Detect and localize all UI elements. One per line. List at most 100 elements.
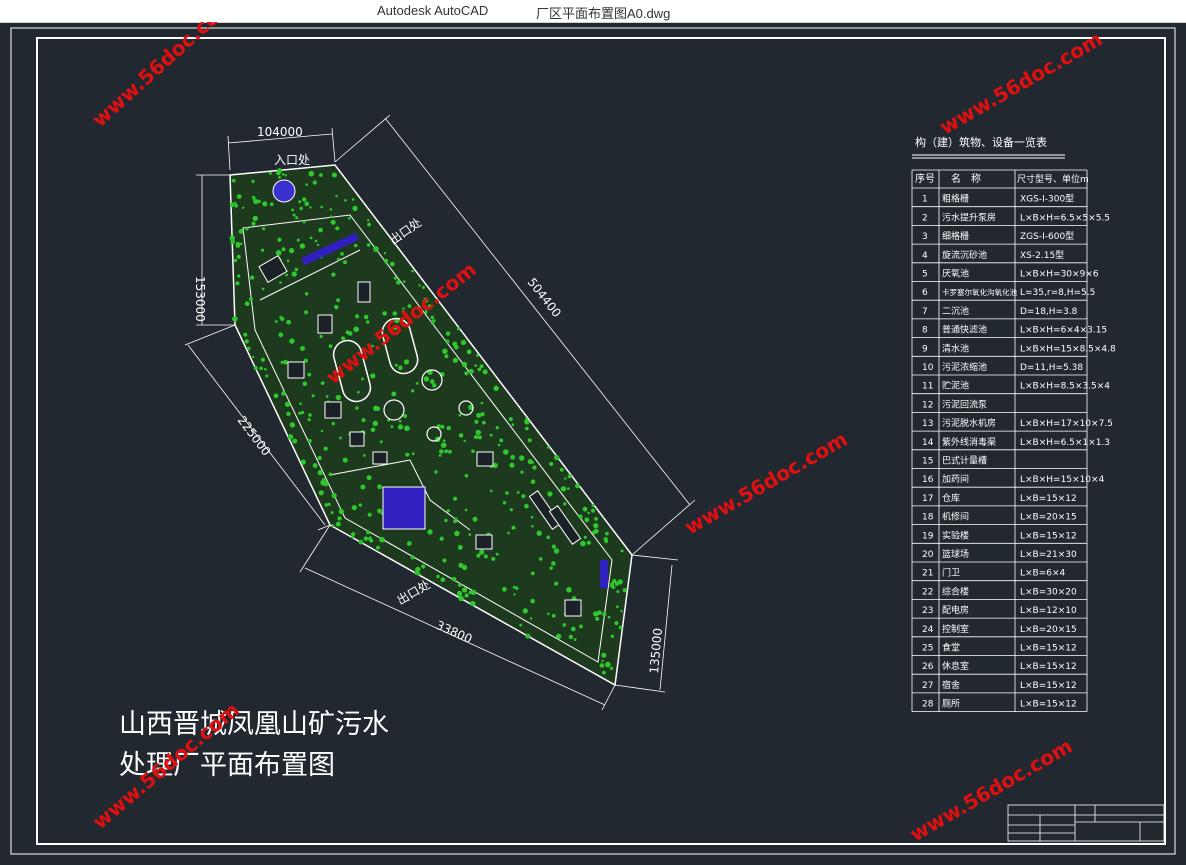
exit-label-2: 出口处 — [395, 577, 433, 607]
tree-mark — [549, 566, 553, 570]
tree-mark — [583, 535, 587, 539]
tree-mark — [232, 316, 238, 322]
tree-mark — [277, 168, 283, 174]
tree-mark — [458, 583, 462, 587]
tree-mark — [442, 439, 446, 443]
tree-mark — [445, 339, 450, 344]
row-name: 仓库 — [942, 492, 960, 504]
row-name: 污水提升泵房 — [942, 211, 996, 223]
tree-mark — [296, 238, 300, 242]
tree-mark — [342, 457, 348, 463]
building-2 — [357, 281, 371, 303]
tree-mark — [294, 267, 299, 272]
tree-mark — [242, 206, 245, 209]
tree-mark — [274, 320, 278, 323]
tree-mark — [295, 216, 299, 220]
tree-mark — [236, 194, 242, 200]
row-index: 16 — [922, 475, 934, 485]
tree-mark — [466, 349, 472, 355]
row-size: L×B×H=15×10×4 — [1020, 475, 1105, 485]
tree-mark — [331, 172, 337, 178]
tree-mark — [607, 615, 611, 619]
row-index: 5 — [922, 270, 928, 280]
tree-mark — [323, 446, 328, 451]
tree-mark — [330, 219, 336, 225]
tree-mark — [319, 334, 323, 338]
building-8 — [476, 451, 494, 467]
tree-mark — [357, 390, 360, 394]
tree-mark — [309, 236, 313, 240]
tree-mark — [273, 393, 279, 399]
tree-mark — [351, 505, 357, 511]
building-10 — [564, 599, 582, 617]
tree-mark — [439, 536, 444, 541]
dim-ext-top-1 — [227, 135, 231, 171]
drawing-canvas[interactable]: 104000 153000 504400 225000 33800 135000… — [0, 0, 1186, 861]
tree-mark — [536, 530, 542, 536]
watermark-2: www.56doc.com — [936, 27, 1107, 140]
tree-mark — [323, 480, 329, 487]
tree-mark — [366, 320, 370, 324]
tree-mark — [233, 258, 238, 263]
row-name: 巴式计量槽 — [942, 455, 987, 467]
water-tank — [382, 486, 426, 530]
row-name: 加药间 — [942, 473, 969, 485]
tree-mark — [377, 508, 382, 514]
tree-mark — [601, 652, 607, 658]
tree-mark — [317, 469, 323, 476]
tree-mark — [442, 558, 447, 563]
row-size: L×B×H=8.5×3.5×4 — [1020, 382, 1110, 392]
tree-mark — [490, 489, 493, 493]
tree-mark — [376, 545, 380, 550]
tree-mark — [262, 227, 266, 231]
drawing-svg[interactable]: 104000 153000 504400 225000 33800 135000… — [0, 0, 1186, 861]
tree-mark — [511, 423, 515, 427]
row-index: 14 — [922, 438, 934, 448]
tree-mark — [527, 438, 532, 443]
tree-mark — [566, 587, 572, 593]
tree-mark — [335, 226, 340, 231]
tree-mark — [593, 523, 599, 529]
tree-mark — [430, 315, 435, 320]
tree-mark — [473, 434, 479, 440]
tree-mark — [279, 315, 283, 319]
tree-mark — [250, 275, 255, 280]
tree-mark — [458, 413, 462, 417]
row-index: 25 — [922, 644, 933, 654]
tree-mark — [530, 515, 534, 519]
tree-mark — [553, 548, 560, 554]
tree-mark — [335, 394, 341, 401]
tree-mark — [416, 572, 421, 576]
tree-mark — [361, 377, 364, 381]
tree-mark — [480, 401, 484, 405]
row-index: 6 — [922, 288, 928, 298]
row-size: L×B=21×30 — [1020, 550, 1077, 560]
header-size: 尺寸型号、单位m — [1017, 173, 1089, 185]
row-index: 4 — [922, 251, 928, 261]
tree-mark — [454, 517, 458, 521]
tree-mark — [551, 613, 556, 618]
tree-mark — [398, 419, 402, 423]
tree-mark — [234, 203, 239, 208]
tree-mark — [362, 454, 366, 457]
tree-mark — [334, 304, 339, 310]
row-name: 综合楼 — [942, 585, 969, 597]
tree-mark — [519, 623, 523, 627]
watermark-4: www.56doc.com — [681, 427, 852, 540]
tree-mark — [265, 374, 269, 378]
tree-mark — [304, 292, 309, 296]
row-name: 厕所 — [942, 699, 960, 710]
tree-mark — [516, 491, 520, 494]
tree-mark — [522, 608, 528, 614]
title-line-1: 山西晋城凤凰山矿污水 — [119, 709, 389, 740]
tree-mark — [554, 581, 559, 586]
tree-mark — [480, 412, 485, 417]
tree-mark — [292, 213, 296, 217]
row-index: 2 — [922, 213, 928, 223]
row-index: 13 — [922, 419, 933, 429]
building-7 — [372, 451, 388, 465]
tree-mark — [555, 633, 562, 640]
row-name: 污泥脱水机房 — [942, 417, 996, 429]
tree-mark — [289, 248, 295, 254]
dim-153000: 153000 — [193, 276, 207, 322]
